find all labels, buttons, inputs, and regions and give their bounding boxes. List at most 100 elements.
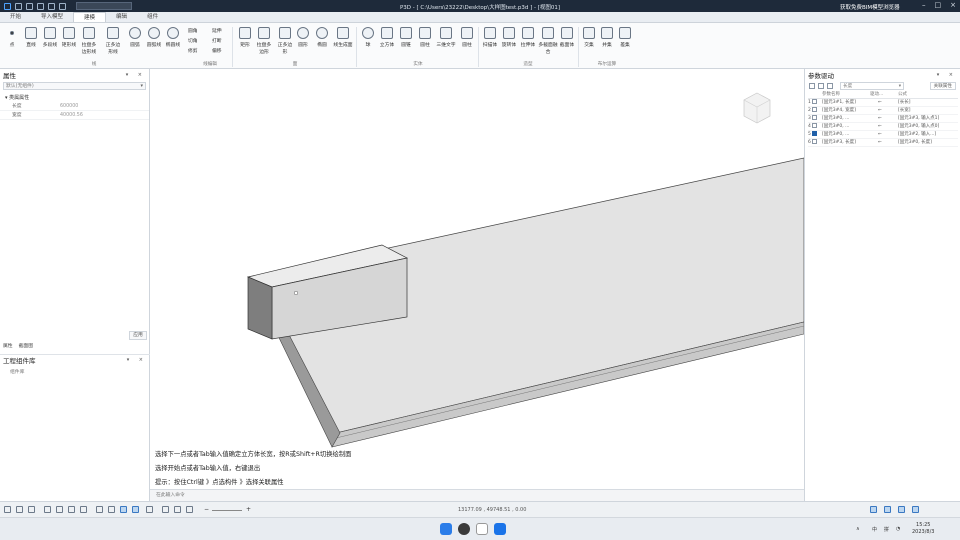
open-file-icon[interactable] (26, 2, 33, 10)
grid-icon[interactable] (146, 506, 153, 513)
wireframe-icon[interactable] (108, 506, 115, 513)
revolve-button[interactable]: 旋转体 (500, 27, 518, 48)
parameter-select[interactable]: 长度 (840, 81, 904, 90)
ellipse-button[interactable]: 椭圆 (313, 27, 331, 48)
new-file-icon[interactable] (15, 2, 22, 10)
measure-icon[interactable] (186, 506, 193, 513)
tab-section[interactable]: 截面图 (19, 342, 33, 351)
row-checkbox[interactable] (812, 107, 818, 112)
section-body-button[interactable]: 截面体 (558, 27, 576, 48)
network-icon[interactable]: ◔ (896, 526, 900, 532)
table-row[interactable]: 1 [固元3#1, 长度] ← [长长] (808, 98, 958, 107)
line-to-surface-button[interactable]: 线生成面 (332, 27, 354, 48)
circle-button[interactable]: 圆形 (294, 27, 312, 48)
title-search-input[interactable] (76, 2, 132, 10)
trim-tool[interactable]: 修剪 (188, 47, 198, 54)
row-checkbox[interactable] (812, 131, 818, 136)
line-button[interactable]: 直线 (22, 27, 40, 48)
iso-view-icon[interactable] (96, 506, 103, 513)
fullscreen-icon[interactable] (898, 506, 905, 513)
property-row[interactable]: 长度 600000 (0, 102, 149, 111)
regular-polygon-button[interactable]: 正多边形 (276, 27, 294, 55)
property-row[interactable]: 宽度 40000.56 (0, 111, 149, 120)
row-checkbox[interactable] (812, 139, 818, 144)
ime-indicator[interactable]: 中 (872, 526, 877, 533)
block-left-face[interactable] (247, 276, 273, 340)
ellipse-line-button[interactable]: 椭圆线 (164, 27, 182, 48)
intersect-button[interactable]: 交集 (580, 27, 598, 48)
sphere-button[interactable]: 球 (359, 27, 377, 48)
zoom-out-icon[interactable]: − (204, 506, 209, 513)
select-icon[interactable] (44, 506, 51, 513)
union-button[interactable]: 并集 (598, 27, 616, 48)
redo-icon[interactable] (59, 2, 66, 10)
library-item[interactable]: 组件库 (0, 368, 150, 375)
p3d-taskbar-icon[interactable] (494, 523, 506, 535)
library-controls[interactable]: ▾ × (127, 357, 147, 363)
model-canvas[interactable] (150, 69, 804, 489)
cylinder-button[interactable]: 圆柱 (416, 27, 434, 48)
polygon-button[interactable]: 拉盘多边形 (255, 27, 273, 55)
panel-controls[interactable]: ▾ × (126, 72, 146, 78)
fillet-tool[interactable]: 圆角 (188, 27, 198, 34)
view-side-icon[interactable] (28, 506, 35, 513)
row-checkbox[interactable] (812, 123, 818, 128)
polygon-line-button[interactable]: 拉盘多边形线 (80, 27, 98, 55)
command-input[interactable] (150, 490, 804, 501)
tab-import-model[interactable]: 导入模型 (31, 12, 73, 22)
panel-controls[interactable]: ▾ × (937, 72, 957, 78)
row-checkbox[interactable] (812, 115, 818, 120)
layout-icon[interactable] (870, 506, 877, 513)
extend-tool[interactable]: 延伸 (212, 27, 222, 34)
maximize-icon[interactable]: □ (935, 1, 942, 9)
table-row[interactable]: 2 [固元3#4, 宽度] ← [长宽] (808, 106, 958, 115)
edges-icon[interactable] (132, 506, 139, 513)
rectangle-line-button[interactable]: 矩形线 (60, 27, 78, 48)
zoom-slider[interactable] (212, 510, 242, 511)
tab-start[interactable]: 开始 (0, 12, 31, 22)
loft-button[interactable]: 多截面融合 (538, 27, 558, 55)
3d-viewport[interactable]: 选择下一点或者Tab输入值确定立方体长宽，按R或Shift+R切换绘制面 选择开… (150, 69, 804, 489)
component-select[interactable]: 默认(无组件) (3, 82, 146, 90)
zoom-icon[interactable] (80, 506, 87, 513)
delete-icon[interactable] (827, 82, 833, 89)
table-row[interactable]: 6 [固元3#3, 长度] ← [固元3#0, 长度] (808, 138, 958, 147)
zoom-in-icon[interactable]: + (246, 506, 251, 513)
edit-icon[interactable] (818, 82, 824, 89)
promo-link[interactable]: 获取免费BIM模型浏览器 (840, 3, 900, 11)
system-clock[interactable]: 15:25 2023/8/3 (912, 522, 934, 536)
arc-button[interactable]: 圆弧 (126, 27, 144, 48)
cube-button[interactable]: 立方体 (378, 27, 396, 48)
tab-properties[interactable]: 属性 (3, 342, 13, 351)
regular-polygon-line-button[interactable]: 正多边形线 (104, 27, 122, 55)
tab-edit[interactable]: 编辑 (106, 12, 137, 22)
snap-icon[interactable] (162, 506, 169, 513)
chrome-icon[interactable] (458, 523, 470, 535)
save-icon[interactable] (37, 2, 44, 10)
tray-chevron-icon[interactable]: ∧ (856, 526, 860, 532)
row-checkbox[interactable] (812, 99, 818, 104)
cylinder2-button[interactable]: 圆柱 (458, 27, 476, 48)
view-top-icon[interactable] (16, 506, 23, 513)
rotate-icon[interactable] (68, 506, 75, 513)
point-button[interactable]: 点 (3, 27, 21, 48)
undo-icon[interactable] (48, 2, 55, 10)
break-tool[interactable]: 打断 (212, 37, 222, 44)
minimize-icon[interactable]: – (922, 1, 926, 9)
tab-component[interactable]: 组件 (137, 12, 168, 22)
rectangle-button[interactable]: 矩形 (236, 27, 254, 48)
table-row[interactable]: 3 [固元3#0, ... ← [固元3#3, 输入点1] (808, 114, 958, 123)
sweep-button[interactable]: 扫描体 (481, 27, 499, 48)
cone-button[interactable]: 圆锥 (397, 27, 415, 48)
circle-line-button[interactable]: 圆弧线 (145, 27, 163, 48)
navigation-cube[interactable] (742, 91, 772, 125)
subtract-button[interactable]: 差集 (616, 27, 634, 48)
panel-toggle-icon[interactable] (884, 506, 891, 513)
3d-text-button[interactable]: 三维文字 (435, 27, 457, 48)
chamfer-tool[interactable]: 切角 (188, 37, 198, 44)
ortho-icon[interactable] (174, 506, 181, 513)
view-front-icon[interactable] (4, 506, 11, 513)
tab-modeling[interactable]: 建模 (73, 12, 107, 22)
ime-mode[interactable]: 拼 (884, 526, 889, 533)
offset-tool[interactable]: 偏移 (212, 47, 222, 54)
